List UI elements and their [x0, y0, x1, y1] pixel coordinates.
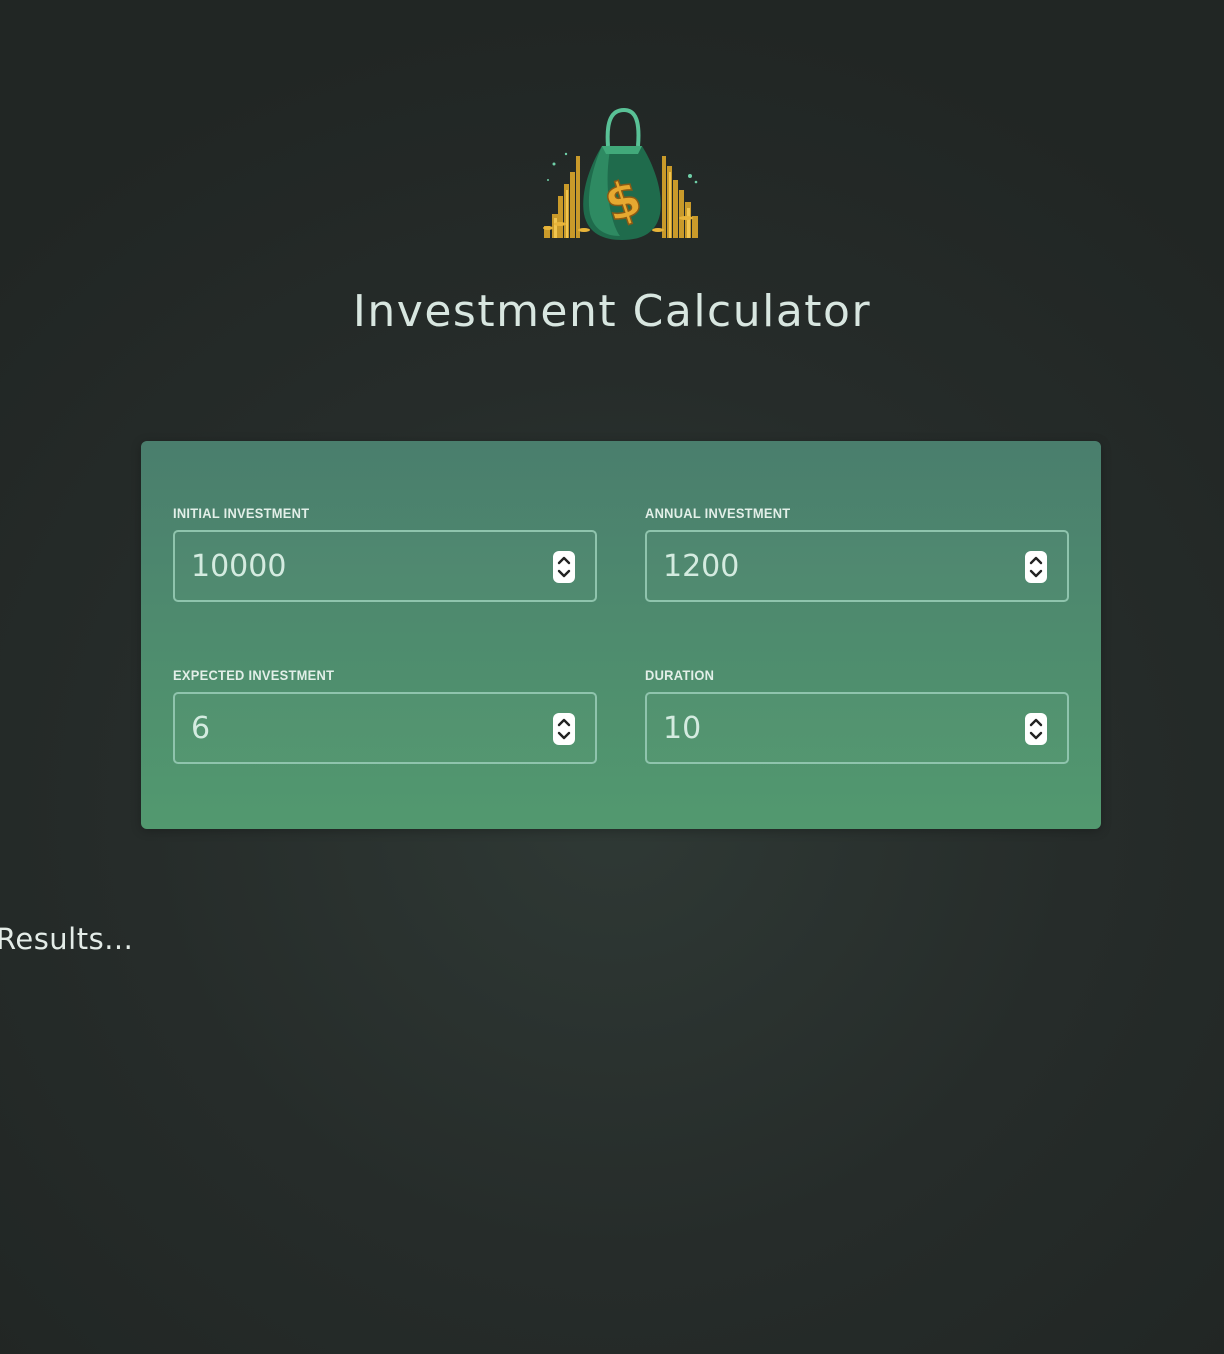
results-text: Results...	[0, 922, 134, 956]
duration-label: DURATION	[645, 667, 715, 683]
initial-investment-stepper[interactable]	[553, 551, 575, 583]
annual-investment-input-box[interactable]	[645, 530, 1069, 602]
expected-investment-input-box[interactable]	[173, 692, 597, 764]
chevron-down-icon[interactable]	[557, 731, 571, 740]
chevron-up-icon[interactable]	[1029, 556, 1043, 565]
expected-investment-input[interactable]	[191, 694, 531, 762]
initial-investment-label: INITIAL INVESTMENT	[173, 505, 310, 521]
chevron-up-icon[interactable]	[557, 556, 571, 565]
money-bag-logo-icon: $	[540, 106, 702, 242]
initial-investment-field: INITIAL INVESTMENT	[173, 505, 597, 602]
expected-investment-field: EXPECTED INVESTMENT	[173, 667, 597, 764]
duration-stepper[interactable]	[1025, 713, 1047, 745]
expected-investment-label: EXPECTED INVESTMENT	[173, 667, 335, 683]
duration-input-box[interactable]	[645, 692, 1069, 764]
page-title: Investment Calculator	[352, 286, 872, 337]
chevron-down-icon[interactable]	[557, 569, 571, 578]
chevron-down-icon[interactable]	[1029, 731, 1043, 740]
chevron-up-icon[interactable]	[1029, 718, 1043, 727]
annual-investment-stepper[interactable]	[1025, 551, 1047, 583]
investment-form-panel: INITIAL INVESTMENT ANNUAL INVESTMENT	[141, 441, 1101, 829]
duration-field: DURATION	[645, 667, 1069, 764]
chevron-down-icon[interactable]	[1029, 569, 1043, 578]
initial-investment-input-box[interactable]	[173, 530, 597, 602]
annual-investment-input[interactable]	[663, 532, 1003, 600]
annual-investment-label: ANNUAL INVESTMENT	[645, 505, 791, 521]
initial-investment-input[interactable]	[191, 532, 531, 600]
duration-input[interactable]	[663, 694, 1003, 762]
annual-investment-field: ANNUAL INVESTMENT	[645, 505, 1069, 602]
chevron-up-icon[interactable]	[557, 718, 571, 727]
expected-investment-stepper[interactable]	[553, 713, 575, 745]
